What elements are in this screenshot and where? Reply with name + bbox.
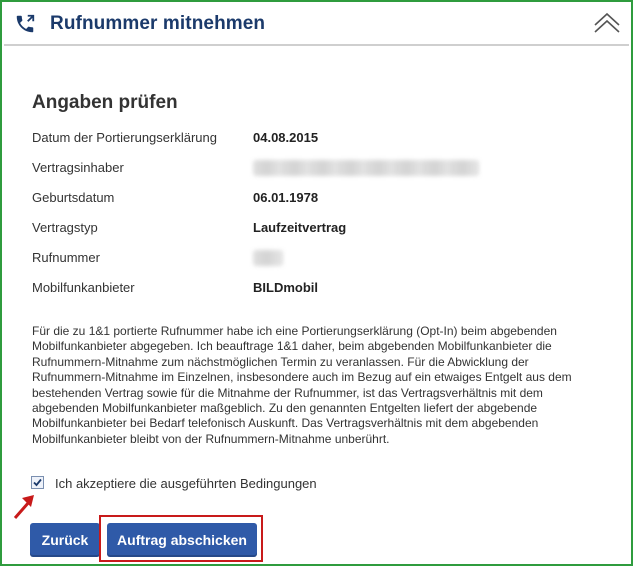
- accept-checkbox[interactable]: [31, 476, 44, 489]
- detail-label: Datum der Portierungserklärung: [32, 130, 217, 145]
- redacted-value: [253, 250, 283, 266]
- submit-order-button[interactable]: Auftrag abschicken: [107, 523, 257, 557]
- detail-value: BILDmobil: [253, 280, 318, 295]
- accept-label[interactable]: Ich akzeptiere die ausgeführten Bedingun…: [55, 476, 317, 491]
- detail-value: 06.01.1978: [253, 190, 319, 205]
- detail-row-provider: Mobilfunkanbieter BILDmobil: [32, 280, 592, 300]
- terms-line: bestehenden Vertrag sowie für die Mitnah…: [32, 385, 543, 400]
- terms-line: Für die zu 1&1 portierte Rufnummer habe …: [32, 324, 557, 338]
- detail-label: Vertragstyp: [32, 220, 98, 235]
- detail-label: Geburtsdatum: [32, 190, 115, 205]
- terms-line: Rufnummern-Mitnahme im Einzelnen, insbes…: [32, 370, 572, 385]
- panel-header: Rufnummer mitnehmen: [4, 4, 629, 46]
- terms-line: Mobilfunkanbieter bei Bedarf telefonisch…: [32, 416, 539, 431]
- detail-label: Rufnummer: [32, 250, 100, 265]
- annotation-arrow-icon: [13, 495, 34, 519]
- terms-line: abgebenden Mobilfunkanbieter maßgeblich.…: [32, 401, 538, 416]
- terms-line: Rufnummern-Mitnahme zum nächstmöglichen …: [32, 354, 529, 369]
- detail-row-holder: Vertragsinhaber: [32, 160, 592, 180]
- terms-text: Für die zu 1&1 portierte Rufnummer habe …: [32, 324, 577, 447]
- detail-row-date: Datum der Portierungserklärung 04.08.201…: [32, 130, 592, 150]
- phone-forward-icon: [16, 14, 35, 33]
- checkmark-icon: [33, 478, 42, 487]
- terms-line: Mobilfunkanbieter bleibt von der Rufnumm…: [32, 431, 390, 446]
- panel-title: Rufnummer mitnehmen: [50, 13, 266, 34]
- redacted-value: [253, 160, 479, 176]
- panel-frame: Rufnummer mitnehmen Angaben prüfen Datum…: [0, 0, 633, 566]
- detail-row-birthdate: Geburtsdatum 06.01.1978: [32, 190, 592, 210]
- back-button[interactable]: Zurück: [30, 523, 100, 557]
- chevron-up-icon[interactable]: [593, 11, 621, 35]
- detail-label: Vertragsinhaber: [32, 160, 124, 175]
- detail-row-number: Rufnummer: [32, 250, 592, 270]
- section-title: Angaben prüfen: [32, 92, 178, 113]
- detail-value: Laufzeitvertrag: [253, 220, 347, 235]
- detail-row-contract-type: Vertragstyp Laufzeitvertrag: [32, 220, 592, 240]
- detail-value: 04.08.2015: [253, 130, 319, 145]
- terms-line: Mobilfunkanbieter abgegeben. Ich beauftr…: [32, 339, 552, 354]
- detail-label: Mobilfunkanbieter: [32, 280, 135, 295]
